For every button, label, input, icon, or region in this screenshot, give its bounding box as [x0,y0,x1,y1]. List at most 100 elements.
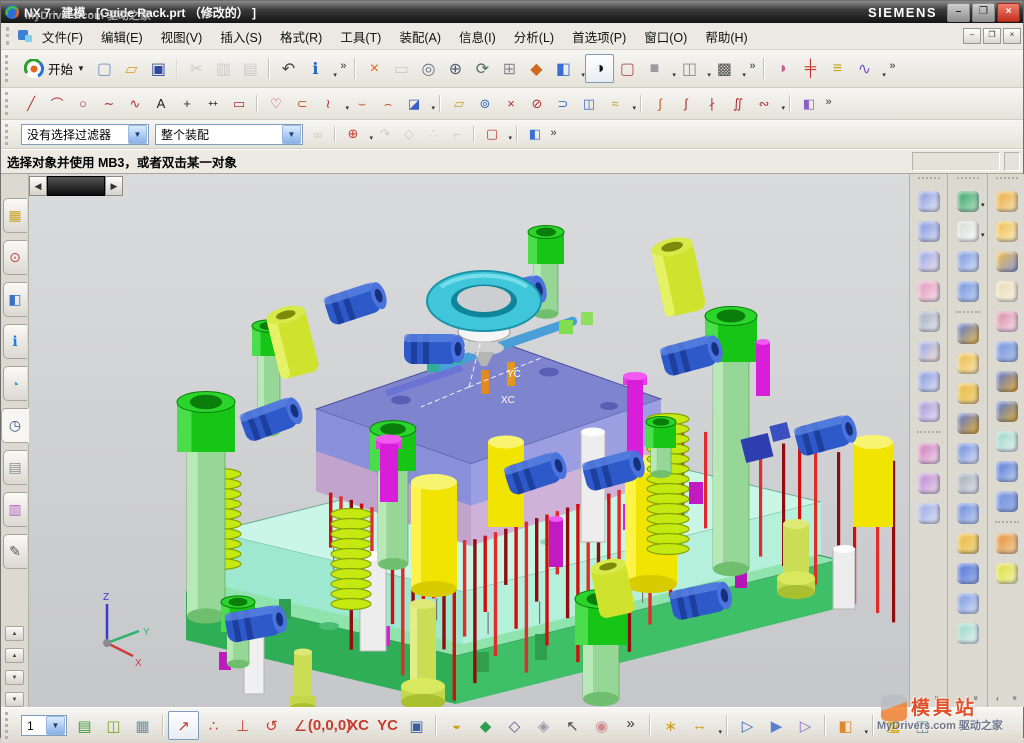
line-icon[interactable]: ╱ [18,92,44,115]
show-hide-icon[interactable]: ◆ [471,712,500,739]
zoom-area-icon[interactable]: ◎ [415,55,442,82]
canned-feature-icon[interactable] [991,487,1023,515]
invert-shown-icon[interactable]: ◈ [529,712,558,739]
rectangle-select-icon[interactable]: ▢ [480,123,504,145]
n-sided-surface-icon[interactable] [913,277,945,305]
x-form-icon[interactable] [913,439,945,467]
studio-spline-icon[interactable]: ∿ [122,92,148,115]
hole-icon[interactable] [991,367,1023,395]
save-wcs-icon[interactable]: ▣ [402,712,431,739]
new-file-icon[interactable]: ▢ [91,55,118,82]
bridge-curve-icon[interactable]: ≀ [315,92,341,115]
chevron-down-icon[interactable]: ▼ [46,716,65,735]
boss-icon[interactable] [952,439,984,467]
intersection-curve-icon[interactable]: × [498,92,524,115]
start-button[interactable]: 开始 ▼ [18,57,91,81]
wcs-origin-icon[interactable]: (0,0,0) [315,712,344,739]
toolbar-grip[interactable] [996,177,1018,183]
fit-view-icon[interactable]: × [361,55,388,82]
section-curve-icon[interactable]: ⊘ [524,92,550,115]
cut-icon[interactable]: ✂ [183,55,210,82]
offset-region-icon[interactable]: ▶ [762,712,791,739]
sequence-icon[interactable]: ◫ [908,712,937,739]
refit-surface-icon[interactable] [913,499,945,527]
spline-analysis-icon[interactable]: ∿ [851,55,878,82]
menu-window[interactable]: 窗口(O) [635,23,696,50]
wcs-icon[interactable]: ⊥ [228,712,257,739]
scroll-left-icon[interactable]: ◀ [29,176,47,196]
boss-cube-icon[interactable] [991,397,1023,425]
internet-explorer-icon[interactable]: ℹ [3,324,27,359]
select-filter-icon[interactable]: ⊕ [341,123,365,145]
chevron-down-icon[interactable]: ▼ [282,125,301,144]
offset-surface-icon[interactable] [913,397,945,425]
mdi-close-button[interactable]: × [1003,28,1021,44]
wcs-yc-icon[interactable]: YC [373,712,402,739]
toolbar-collapse-icon[interactable]: ‹ [952,692,965,704]
menu-edit[interactable]: 编辑(E) [92,23,152,50]
move-face-icon[interactable]: ▷ [733,712,762,739]
layer-settings-icon[interactable]: ▤ [70,712,99,739]
snap-point-icon[interactable]: ∴ [421,123,445,145]
open-icon[interactable]: ▱ [118,55,145,82]
scrollbar-thumb[interactable] [47,176,105,196]
join-curve-icon[interactable]: ⌢ [375,92,401,115]
minimize-button[interactable]: – [947,3,970,22]
system-tools-icon[interactable]: ✎ [3,534,27,569]
measure-distance-icon[interactable]: ↔ [685,712,714,739]
edit-sketch-icon[interactable] [991,187,1023,215]
studio-surface-icon[interactable] [913,337,945,365]
toolbar-grip[interactable] [5,55,14,83]
roles-palette-icon[interactable]: ▤ [3,450,27,485]
snap-curve-icon[interactable]: ⌐ [445,123,469,145]
half-section-icon[interactable] [991,247,1023,275]
sheet-body-icon[interactable] [991,277,1023,305]
menu-assembly[interactable]: 装配(A) [390,23,450,50]
wireframe-mode-icon[interactable]: ▢ [614,55,641,82]
snap-link-icon[interactable]: ∞ [306,123,330,145]
emboss-icon[interactable] [991,529,1023,557]
selection-scope-combo[interactable]: 整个装配 ▼ [155,124,303,145]
offset-curve-icon[interactable]: ⊂ [289,92,315,115]
section-analysis-icon[interactable]: ≡ [824,55,851,82]
part-navigator-icon[interactable]: ◧ [3,282,27,317]
menubar-grip[interactable] [6,27,14,45]
work-layer-combo[interactable]: 1 ▼ [21,715,67,736]
circle-icon[interactable]: ○ [70,92,96,115]
toolbar-collapse-icon[interactable]: ‹ [991,692,1004,704]
zoom-in-out-icon[interactable]: ⊕ [442,55,469,82]
constraint-navigator-icon[interactable]: ⊙ [3,240,27,275]
block-icon[interactable] [952,409,984,437]
select-arrow-icon[interactable]: ↖ [558,712,587,739]
tube-icon[interactable] [991,337,1023,365]
toolbar-more-icon[interactable]: » [971,692,983,705]
pan-view-icon[interactable]: ⊞ [496,55,523,82]
spring-tool-icon[interactable] [952,499,984,527]
helix-icon[interactable]: ≈ [602,92,628,115]
layer-in-view-icon[interactable]: ◫ [99,712,128,739]
scroll-up-icon[interactable]: ▲ [5,648,24,663]
menu-analysis[interactable]: 分析(L) [505,23,563,50]
rotate-view-icon[interactable]: ⟳ [469,55,496,82]
rectangle-icon[interactable]: ▭ [226,92,252,115]
close-button[interactable]: × [997,3,1020,22]
wcs-dynamics-icon[interactable]: ↗ [168,711,199,740]
toolbar-grip[interactable] [5,92,14,115]
simplify-curve-icon[interactable]: ⌣ [349,92,375,115]
surface-analysis-icon[interactable] [913,307,945,335]
menu-tools[interactable]: 工具(T) [331,23,390,50]
copy-icon[interactable]: ▥ [210,55,237,82]
patch-icon[interactable] [991,427,1023,455]
face-analysis-icon[interactable]: ◗ [770,55,797,82]
wave-geometry-linker-icon[interactable] [991,559,1023,587]
toolbar-grip[interactable] [5,124,14,145]
assembly-constraints-icon[interactable]: ▦ [879,712,908,739]
cylinder-icon[interactable] [952,589,984,617]
replace-face-icon[interactable]: ▷ [791,712,820,739]
wave-icon[interactable] [952,529,984,557]
sweep-along-guide-icon[interactable] [952,379,984,407]
menu-file[interactable]: 文件(F) [33,23,92,50]
deviation-gauge-icon[interactable]: ╪ [797,55,824,82]
assembly-navigator-icon[interactable]: ▦ [3,198,27,233]
scroll-down-icon[interactable]: ▼ [5,670,24,685]
